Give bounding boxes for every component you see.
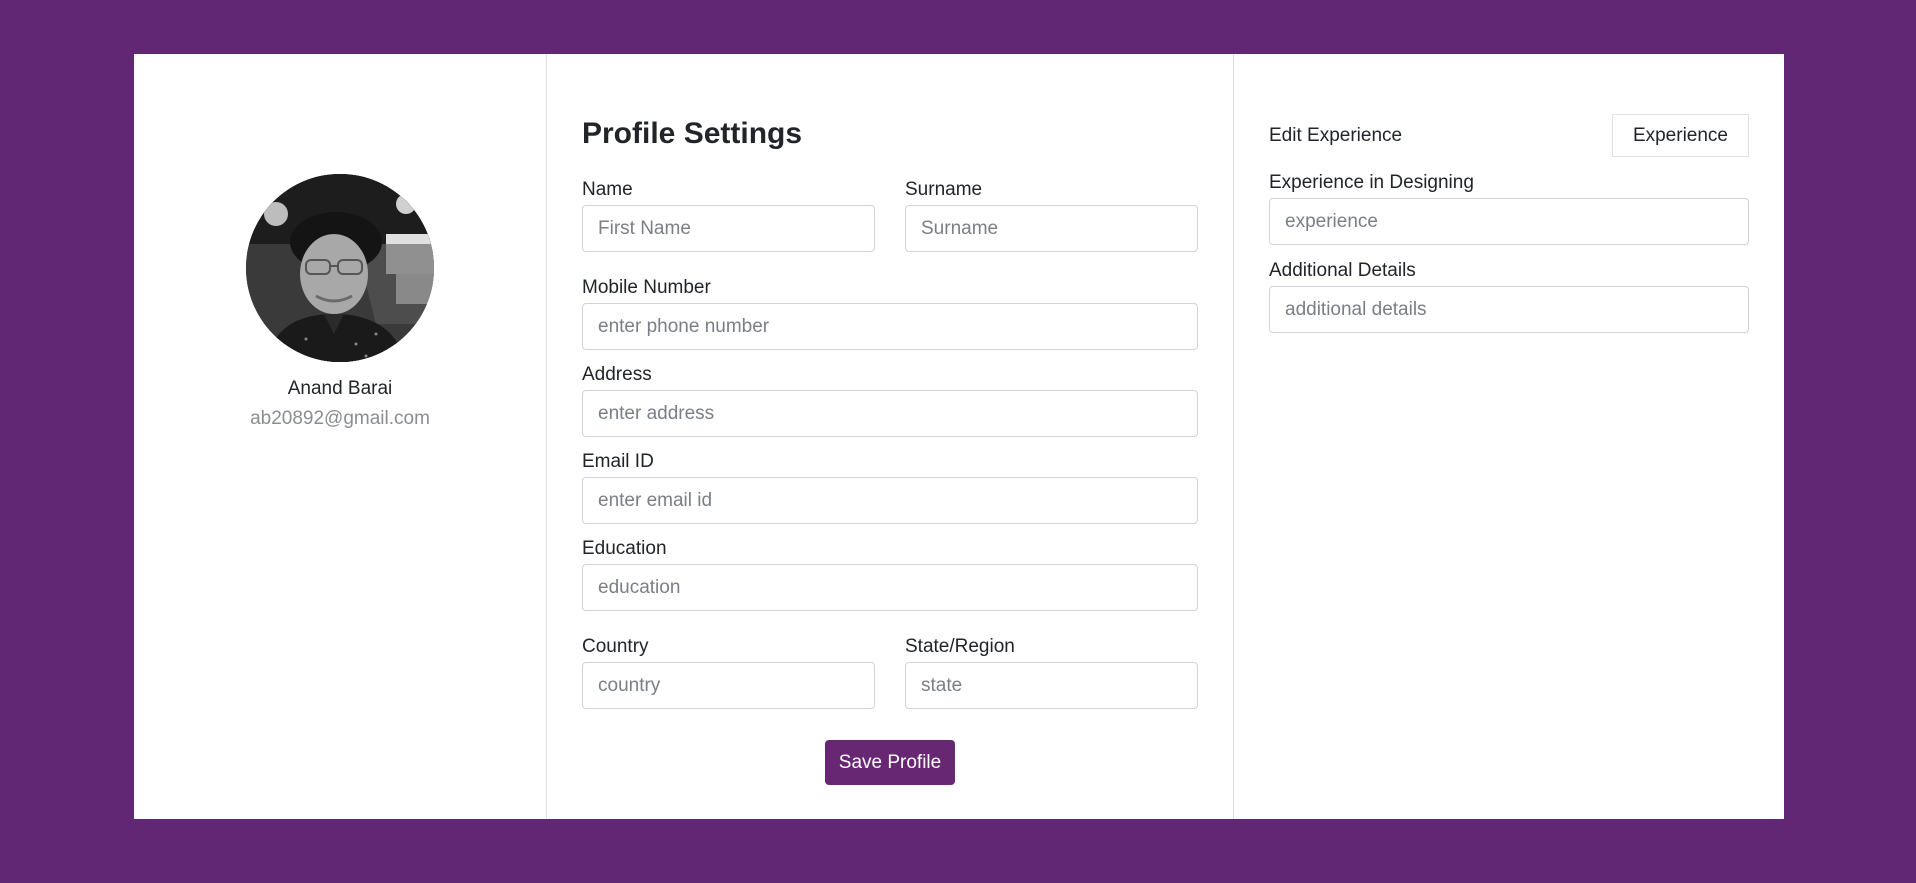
email-input[interactable] xyxy=(582,477,1198,524)
education-group: Education xyxy=(582,537,1198,611)
designing-experience-group: Experience in Designing xyxy=(1269,171,1749,245)
email-group: Email ID xyxy=(582,450,1198,524)
education-label: Education xyxy=(582,538,667,559)
avatar-image xyxy=(246,174,434,362)
additional-details-input[interactable] xyxy=(1269,286,1749,333)
first-name-input[interactable] xyxy=(582,205,875,252)
name-row: Name Surname xyxy=(582,178,1198,252)
experience-title: Edit Experience xyxy=(1269,124,1403,146)
user-name: Anand Barai xyxy=(287,378,393,399)
designing-experience-label: Experience in Designing xyxy=(1269,172,1474,193)
surname-label: Surname xyxy=(905,179,983,200)
profile-card: Anand Barai ab20892@gmail.com Profile Se… xyxy=(134,54,1784,819)
experience-header: Edit Experience Experience xyxy=(1269,114,1749,157)
mobile-group: Mobile Number xyxy=(582,276,1198,350)
mobile-label: Mobile Number xyxy=(582,277,711,298)
add-experience-button[interactable]: Experience xyxy=(1611,114,1749,157)
state-input[interactable] xyxy=(905,662,1198,709)
state-label: State/Region xyxy=(905,636,1015,657)
email-label: Email ID xyxy=(582,451,654,472)
first-name-label: Name xyxy=(582,179,633,200)
address-label: Address xyxy=(582,364,652,385)
location-row: Country State/Region xyxy=(582,635,1198,709)
additional-details-label: Additional Details xyxy=(1269,260,1416,281)
avatar xyxy=(246,174,434,362)
country-group: Country xyxy=(582,635,875,709)
page-title: Profile Settings xyxy=(582,117,803,150)
profile-settings-panel: Profile Settings Name Surname Mobile Num… xyxy=(547,54,1234,819)
user-email: ab20892@gmail.com xyxy=(250,408,430,429)
education-input[interactable] xyxy=(582,564,1198,611)
first-name-group: Name xyxy=(582,178,875,252)
surname-input[interactable] xyxy=(905,205,1198,252)
profile-summary-panel: Anand Barai ab20892@gmail.com xyxy=(134,54,547,819)
state-group: State/Region xyxy=(905,635,1198,709)
designing-experience-input[interactable] xyxy=(1269,198,1749,245)
address-group: Address xyxy=(582,363,1198,437)
surname-group: Surname xyxy=(905,178,1198,252)
country-input[interactable] xyxy=(582,662,875,709)
save-wrapper: Save Profile xyxy=(582,740,1198,785)
country-label: Country xyxy=(582,636,649,657)
save-profile-button[interactable]: Save Profile xyxy=(824,740,956,785)
additional-details-group: Additional Details xyxy=(1269,259,1749,333)
address-input[interactable] xyxy=(582,390,1198,437)
mobile-input[interactable] xyxy=(582,303,1198,350)
experience-panel: Edit Experience Experience Experience in… xyxy=(1234,54,1784,819)
